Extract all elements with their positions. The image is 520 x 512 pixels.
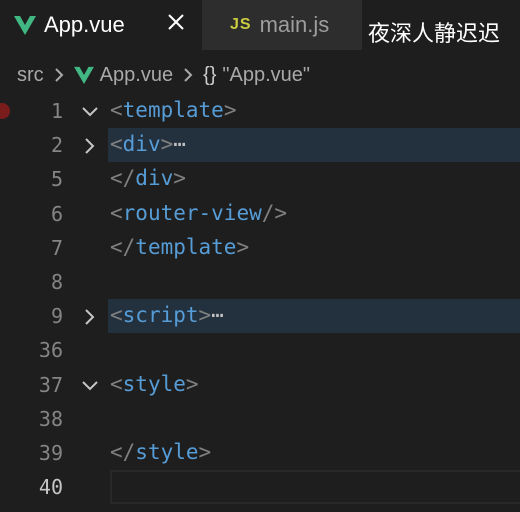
line-number: 38 [38, 406, 63, 431]
code-line[interactable]: 7 </template> [0, 231, 520, 265]
tag-open-bracket: < [110, 303, 123, 328]
chevron-right-icon[interactable] [80, 136, 100, 156]
tag-name: style [135, 440, 199, 464]
tag-name: div [135, 166, 174, 191]
code-editor[interactable]: 1 <template> 2 <div>⋯ 5 </div> 6 <router-view/>… [0, 94, 520, 512]
tag-open-bracket: < [110, 98, 123, 122]
tab-label: main.js [259, 12, 330, 37]
breadcrumb-symbol[interactable]: "App.vue" [222, 64, 310, 87]
line-number: 36 [38, 338, 63, 363]
line-number: 7 [50, 235, 63, 260]
breadcrumb-file[interactable]: App.vue [100, 64, 173, 87]
code-text: <template> [110, 98, 236, 122]
line-number: 40 [38, 475, 63, 500]
tag-close-bracket: > [236, 234, 250, 259]
line-number: 2 [50, 133, 63, 158]
code-text: <style> [110, 372, 199, 396]
tag-open-bracket: < [110, 132, 123, 157]
line-number: 8 [50, 270, 63, 294]
code-line[interactable]: 1 <template> [0, 94, 520, 128]
code-text: </style> [110, 440, 211, 464]
folded-ellipsis[interactable]: ⋯ [211, 303, 224, 327]
current-line-highlight [110, 470, 520, 505]
tag-open-bracket: < [110, 200, 123, 225]
chevron-down-icon[interactable] [80, 102, 100, 122]
code-line[interactable]: 38 [0, 402, 520, 436]
code-line[interactable]: 37 <style> [0, 368, 520, 402]
vue-icon [14, 16, 36, 35]
window-title: 夜深人静迟迟 [362, 0, 520, 62]
line-number: 1 [50, 99, 63, 123]
tag-open-bracket: </ [110, 234, 136, 259]
line-number: 9 [50, 304, 63, 329]
line-number: 6 [50, 201, 63, 226]
line-number: 39 [38, 441, 63, 465]
code-line[interactable]: 5 </div> [0, 162, 520, 196]
tag-name: div [122, 132, 161, 157]
tag-name: router-view [122, 200, 262, 225]
code-line[interactable]: 9 <script>⋯ [0, 299, 520, 334]
breadcrumb-folder[interactable]: src [17, 64, 44, 87]
code-text: <script>⋯ [110, 303, 224, 327]
tab-main-js[interactable]: JS main.js [202, 0, 362, 50]
vue-icon [73, 66, 94, 84]
code-text: </div> [110, 166, 186, 190]
tag-name: script [122, 303, 199, 328]
folded-ellipsis[interactable]: ⋯ [173, 132, 186, 156]
code-text: <div>⋯ [110, 132, 186, 156]
chevron-down-icon[interactable] [80, 376, 100, 396]
tab-label: App.vue [44, 12, 125, 37]
tag-close-bracket: > [223, 98, 237, 122]
tag-close-bracket: > [198, 303, 212, 328]
js-icon: JS [230, 16, 252, 33]
code-line[interactable]: 40 [0, 470, 520, 505]
line-number: 5 [50, 167, 63, 192]
tag-name: template [135, 234, 237, 259]
chevron-right-icon[interactable] [80, 307, 100, 327]
breadcrumb: src App.vue {} "App.vue" [0, 58, 362, 92]
tag-name: template [122, 98, 224, 122]
tag-open-bracket: < [110, 371, 123, 396]
chevron-right-icon [54, 68, 64, 82]
code-line[interactable]: 8 [0, 265, 520, 299]
tag-name: style [122, 371, 186, 396]
tag-close-bracket: /> [261, 200, 288, 225]
code-line[interactable]: 6 <router-view/> [0, 197, 520, 231]
close-icon[interactable] [164, 10, 188, 34]
chevron-right-icon [184, 68, 193, 82]
code-line[interactable]: 2 <div>⋯ [0, 128, 520, 163]
line-number: 37 [38, 372, 63, 397]
tab-app-vue[interactable]: App.vue [0, 0, 202, 50]
code-text: </template> [110, 235, 249, 259]
tag-close-bracket: > [198, 440, 212, 464]
symbol-braces-icon: {} [203, 63, 217, 86]
code-line[interactable]: 39 </style> [0, 436, 520, 470]
code-text: <router-view/> [110, 201, 287, 225]
tag-close-bracket: > [185, 371, 199, 396]
tag-close-bracket: > [160, 132, 174, 157]
tag-open-bracket: </ [110, 166, 136, 191]
tag-open-bracket: </ [110, 440, 136, 464]
code-line[interactable]: 36 [0, 333, 520, 367]
tag-close-bracket: > [173, 166, 186, 191]
